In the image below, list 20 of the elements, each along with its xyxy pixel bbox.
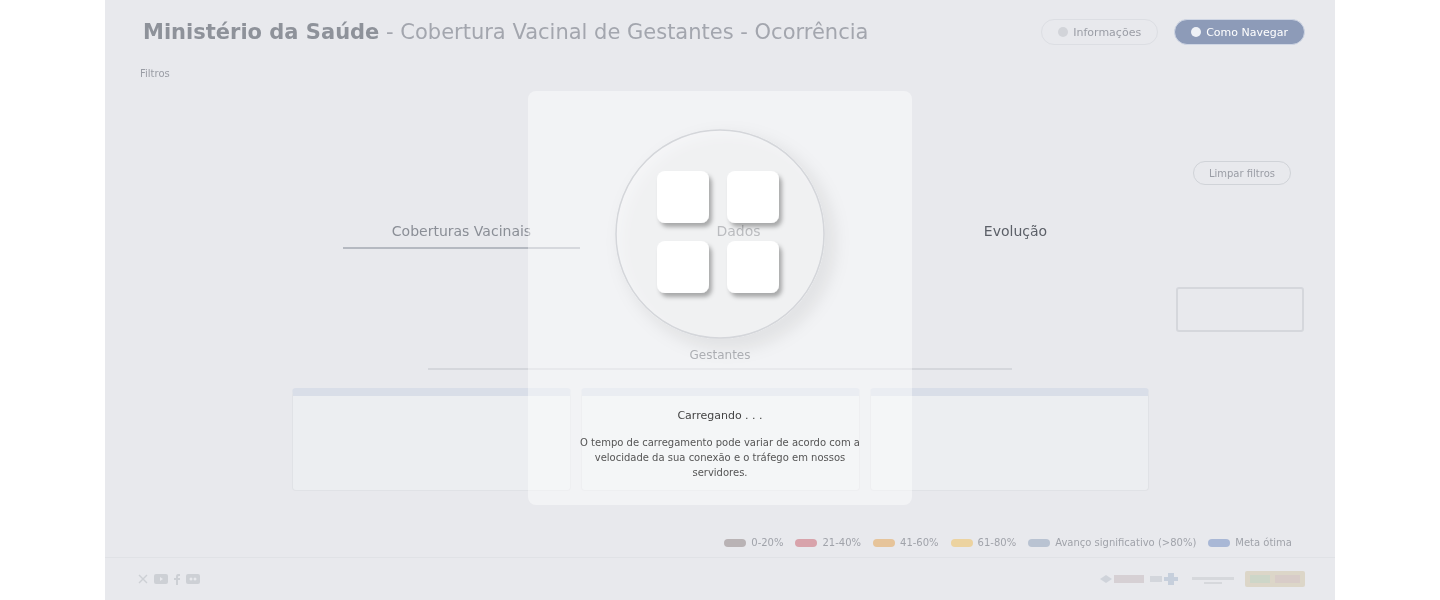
legend-item: Avanço significativo (>80%) <box>1028 537 1197 548</box>
flickr-icon[interactable] <box>186 574 200 584</box>
tab[interactable]: Evolução <box>897 223 1134 249</box>
section-title: Gestantes <box>428 348 1012 370</box>
legend-item: 0-20% <box>724 537 784 548</box>
loading-title: Carregando . . . <box>677 409 763 422</box>
grid-logo-icon <box>615 129 825 339</box>
question-icon <box>1191 27 1202 37</box>
filters-label: Filtros <box>139 67 171 79</box>
page-title: Ministério da Saúde - Cobertura Vacinal de Gestantes - Ocorrência <box>143 20 869 44</box>
video-icon[interactable] <box>154 574 168 584</box>
legend-item: 41-60% <box>873 537 939 548</box>
facebook-icon[interactable] <box>174 573 180 585</box>
legend-item: Meta ótima <box>1208 537 1292 548</box>
x-icon[interactable] <box>138 574 148 584</box>
help-button[interactable]: Como Navegar <box>1174 19 1305 45</box>
tab[interactable]: Coberturas Vacinais <box>343 223 580 249</box>
legend-item: 21-40% <box>795 537 862 548</box>
loading-message: O tempo de carregamento pode variar de acordo com a velocidade da sua conexão e o tráfego em nossos servidores. <box>579 436 861 480</box>
legend-item: 61-80% <box>950 537 1017 548</box>
